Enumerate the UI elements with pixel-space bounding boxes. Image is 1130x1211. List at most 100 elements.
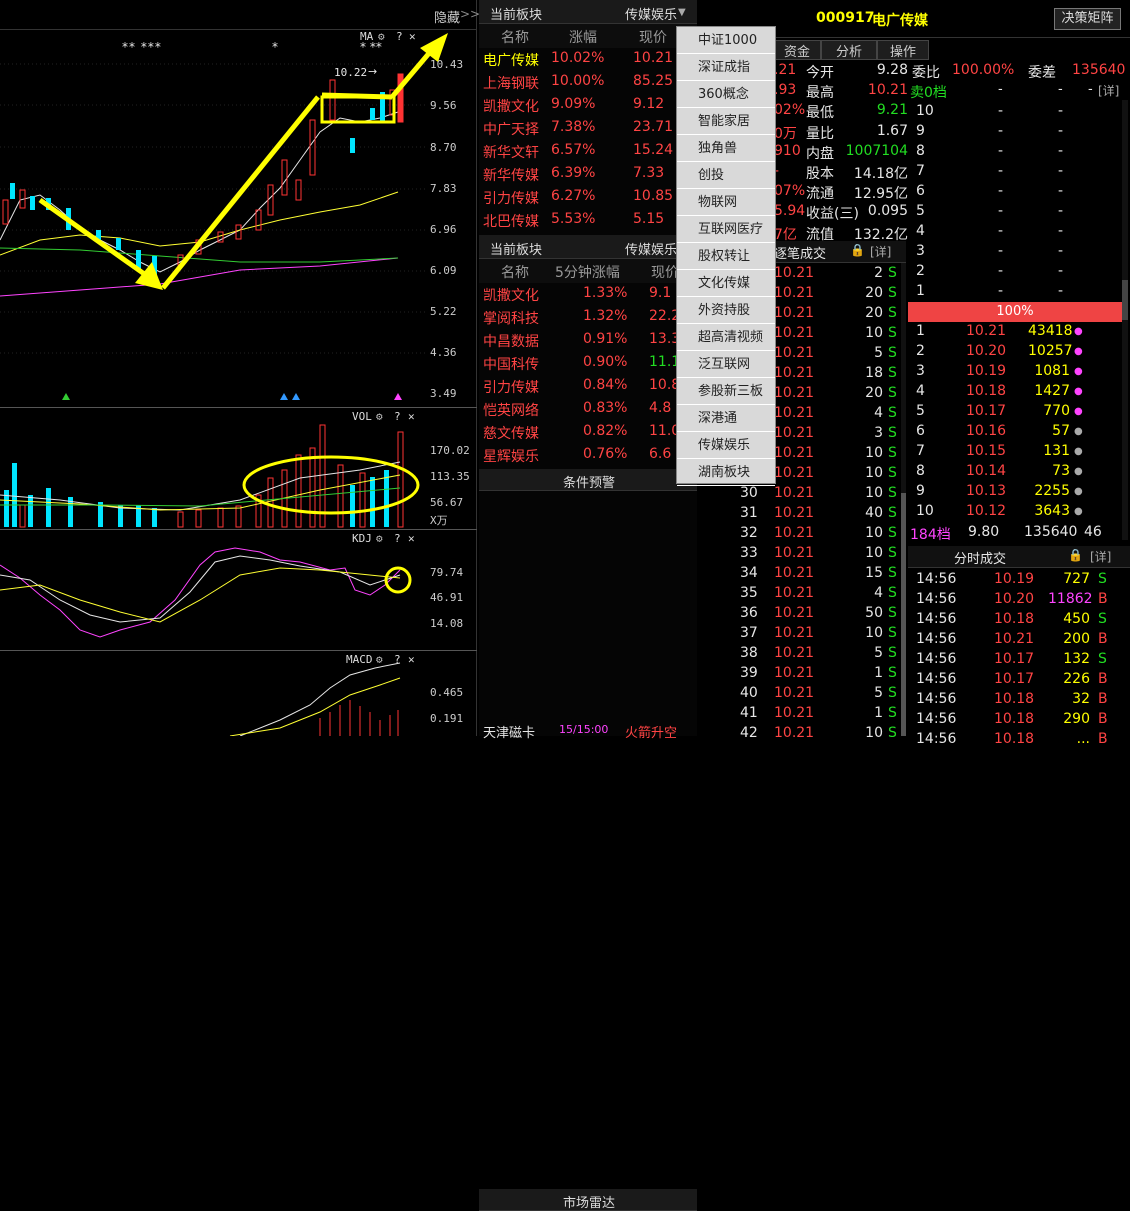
tick-side: S xyxy=(888,505,897,521)
quote-value: 14.18亿 xyxy=(853,166,908,182)
detail-link[interactable]: [详] xyxy=(1098,82,1119,99)
sector-stock-row[interactable]: 电广传媒 10.02% 10.21 xyxy=(479,48,697,71)
dropdown-item[interactable]: 深证成指 xyxy=(677,54,775,81)
trade-side: B xyxy=(1098,671,1108,687)
sector-dropdown-menu[interactable]: 中证1000 深证成指 360概念 智能家居 独角兽 创投 物联网 互联网医疗 股权转让 文化传媒… xyxy=(676,26,776,486)
price: 7.33 xyxy=(633,165,665,181)
level-price: 10.13 xyxy=(966,483,1007,499)
dropdown-item[interactable]: 深港通 xyxy=(677,405,775,432)
tick-side: S xyxy=(888,485,897,501)
dropdown-item[interactable]: 智能家居 xyxy=(677,108,775,135)
close-icon[interactable]: ✕ xyxy=(408,410,415,423)
level-number: 4 xyxy=(916,223,925,239)
alerts-header[interactable]: 条件预警 xyxy=(479,469,697,491)
dropdown-item[interactable]: 360概念 xyxy=(677,81,775,108)
level-number: 10 xyxy=(916,103,934,119)
dropdown-item[interactable]: 独角兽 xyxy=(677,135,775,162)
pane-divider[interactable] xyxy=(0,407,477,408)
tick-index: 31 xyxy=(740,505,758,521)
five-min-stock-row[interactable]: 中国科传 0.90% 11.1 xyxy=(479,352,697,375)
sector-stock-row[interactable]: 中广天择 7.38% 23.71 xyxy=(479,117,697,140)
help-icon[interactable]: ? xyxy=(394,532,401,545)
sector-stock-row[interactable]: 新华传媒 6.39% 7.33 xyxy=(479,163,697,186)
radar-header[interactable]: 市场雷达 xyxy=(479,1189,697,1211)
five-min-stock-row[interactable]: 慈文传媒 0.82% 11.0 xyxy=(479,421,697,444)
tick-side: S xyxy=(888,465,897,481)
five-min-list: 凯撒文化 1.33% 9.1 掌阅科技 1.32% 22.2 中昌数据 0.91% 13.3 中国… xyxy=(479,283,697,467)
stock-name: 上海钢联 xyxy=(483,76,539,92)
settings-gear-icon[interactable]: ⚙ xyxy=(376,653,383,666)
tick-price: 10.21 xyxy=(774,325,815,341)
change-percent: 5.53% xyxy=(551,211,596,227)
settings-gear-icon[interactable]: ⚙ xyxy=(376,532,383,545)
dropdown-item[interactable]: 参股新三板 xyxy=(677,378,775,405)
sector-stock-row[interactable]: 上海钢联 10.00% 85.25 xyxy=(479,71,697,94)
close-icon[interactable]: ✕ xyxy=(408,653,415,666)
chevron-down-icon[interactable]: ▼ xyxy=(678,7,686,18)
lock-icon[interactable]: 🔒 xyxy=(1068,548,1083,562)
dropdown-item[interactable]: 创投 xyxy=(677,162,775,189)
tick-price: 10.21 xyxy=(774,405,815,421)
tick-volume: 1 xyxy=(874,665,883,681)
tab-operate[interactable]: 操作 xyxy=(877,40,929,60)
sector-stock-row[interactable]: 新华文轩 6.57% 15.24 xyxy=(479,140,697,163)
five-min-stock-row[interactable]: 星辉娱乐 0.76% 6.6 xyxy=(479,444,697,467)
tick-side: S xyxy=(888,685,897,701)
trade-price: 10.18 xyxy=(994,711,1035,727)
help-icon[interactable]: ? xyxy=(394,410,401,423)
tick-price: 10.21 xyxy=(774,705,815,721)
dropdown-item[interactable]: 泛互联网 xyxy=(677,351,775,378)
tick-side: S xyxy=(888,405,897,421)
level-price: 10.20 xyxy=(966,343,1007,359)
five-min-stock-row[interactable]: 凯撒文化 1.33% 9.1 xyxy=(479,283,697,306)
minute-trade-row: 14:56 10.19 727 S xyxy=(908,570,1130,590)
sector-stock-row[interactable]: 北巴传媒 5.53% 5.15 xyxy=(479,209,697,232)
dropdown-item[interactable]: 传媒娱乐 xyxy=(677,432,775,459)
sector-selector[interactable]: 传媒娱乐 xyxy=(625,239,677,258)
tick-side: S xyxy=(888,585,897,601)
detail-link[interactable]: [详] xyxy=(870,243,891,260)
dot-icon: ● xyxy=(1074,426,1083,437)
lock-icon[interactable]: 🔒 xyxy=(850,243,865,257)
trade-time: 14:56 xyxy=(916,671,957,687)
pane-divider[interactable] xyxy=(0,650,477,651)
quote-value: 0万 xyxy=(774,125,797,142)
dropdown-item[interactable]: 超高清视频 xyxy=(677,324,775,351)
five-min-stock-row[interactable]: 掌阅科技 1.32% 22.2 xyxy=(479,306,697,329)
help-icon[interactable]: ? xyxy=(394,653,401,666)
dropdown-item[interactable]: 文化传媒 xyxy=(677,270,775,297)
pane-divider[interactable] xyxy=(0,529,477,530)
sector-selector[interactable]: 传媒娱乐 xyxy=(625,4,677,23)
detail-link[interactable]: [详] xyxy=(1090,548,1111,565)
trade-volume: 32 xyxy=(1072,691,1090,707)
sector-stock-row[interactable]: 凯撒文化 9.09% 9.12 xyxy=(479,94,697,117)
stock-name: 星辉娱乐 xyxy=(483,449,539,465)
tick-scrollbar[interactable] xyxy=(901,263,906,736)
level-number: 8 xyxy=(916,143,925,159)
dropdown-item[interactable]: 湖南板块 xyxy=(677,459,775,486)
tick-volume: 18 xyxy=(865,365,883,381)
settings-gear-icon[interactable]: ⚙ xyxy=(376,410,383,423)
sector-stock-row[interactable]: 引力传媒 6.27% 10.85 xyxy=(479,186,697,209)
dropdown-item[interactable]: 股权转让 xyxy=(677,243,775,270)
five-min-stock-row[interactable]: 中昌数据 0.91% 13.3 xyxy=(479,329,697,352)
tick-side: S xyxy=(888,425,897,441)
five-min-stock-row[interactable]: 引力传媒 0.84% 10.8 xyxy=(479,375,697,398)
dropdown-item[interactable]: 外资持股 xyxy=(677,297,775,324)
five-min-stock-row[interactable]: 恺英网络 0.83% 4.8 xyxy=(479,398,697,421)
tab-funds[interactable]: 资金 xyxy=(773,40,821,60)
tick-row: 31 10.21 40 S xyxy=(698,504,908,524)
tab-analysis[interactable]: 分析 xyxy=(821,40,877,60)
decision-matrix-button[interactable]: 决策矩阵 xyxy=(1054,8,1121,30)
dropdown-item[interactable]: 中证1000 xyxy=(677,27,775,54)
trade-volume: 727 xyxy=(1063,571,1090,587)
tick-price: 10.21 xyxy=(774,685,815,701)
dropdown-item[interactable]: 互联网医疗 xyxy=(677,216,775,243)
tick-index: 42 xyxy=(740,725,758,741)
kline-chart-pane[interactable]: 隐藏 >> MA ⚙ ? ✕ ** *** * * ** 10.22 → 10.… xyxy=(0,0,480,736)
close-icon[interactable]: ✕ xyxy=(408,532,415,545)
tick-index: 36 xyxy=(740,605,758,621)
dropdown-item[interactable]: 物联网 xyxy=(677,189,775,216)
order-book-scrollbar[interactable] xyxy=(1122,100,1128,540)
sell-level-row: 4-- xyxy=(916,223,1064,239)
